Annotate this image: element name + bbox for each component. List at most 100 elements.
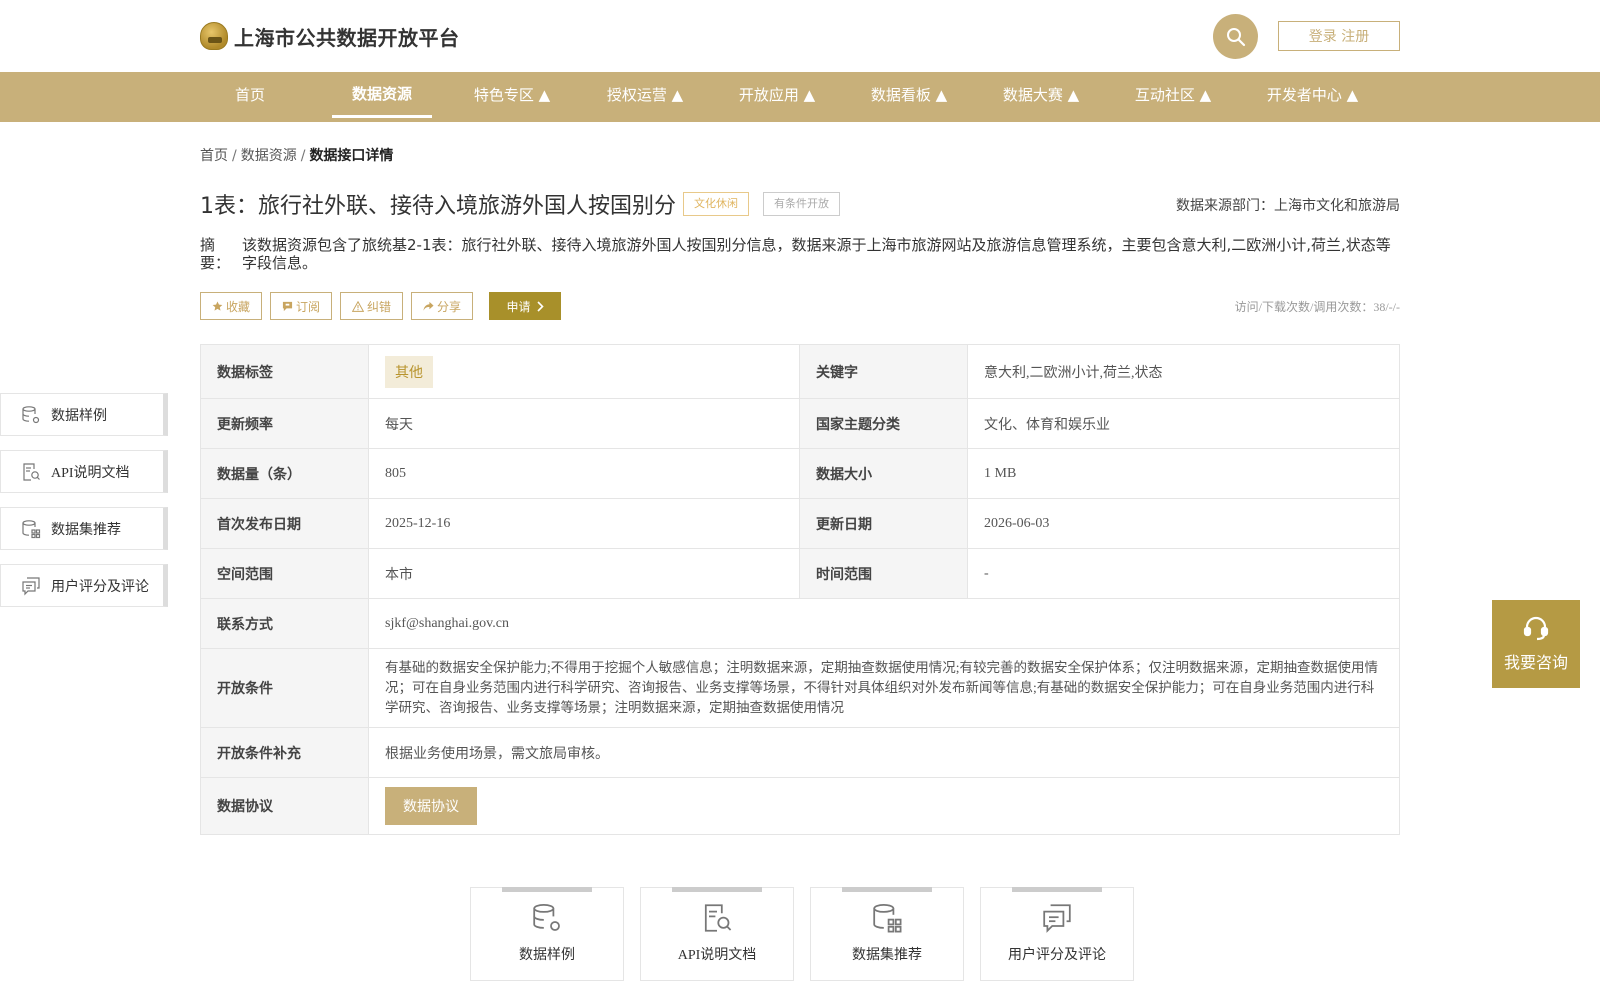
card-label: API说明文档: [677, 948, 757, 963]
side-item-dataset-recommend[interactable]: 数据集推荐: [0, 507, 168, 550]
theme-label: 国家主题分类: [800, 399, 968, 448]
comment-icon: [22, 576, 40, 595]
nav-developer-center[interactable]: 开发者中心 ▲: [1255, 72, 1370, 122]
consult-button[interactable]: 我要咨询: [1492, 600, 1580, 688]
update-date-value: 2026-06-03: [984, 515, 1050, 531]
correct-label: 纠错: [367, 299, 392, 314]
count-label: 数据量（条）: [201, 449, 369, 498]
open-condition-value: 有基础的数据安全保护能力;不得用于挖掘个人敏感信息；注明数据来源，定期抽查数据使…: [385, 660, 1378, 715]
correct-button[interactable]: 纠错: [340, 292, 404, 320]
warning-icon: [352, 300, 365, 312]
abstract-label: 摘 要：: [200, 236, 231, 272]
search-icon: [1226, 27, 1245, 46]
subscribe-button[interactable]: 订阅: [270, 292, 333, 320]
size-label: 数据大小: [800, 449, 968, 498]
nav-open-apps[interactable]: 开放应用 ▲: [727, 72, 827, 122]
open-condition-extra-label: 开放条件补充: [201, 728, 369, 777]
nav-data-dashboard[interactable]: 数据看板 ▲: [859, 72, 959, 122]
breadcrumb-data-resources[interactable]: 数据资源: [241, 148, 297, 164]
side-item-label: 用户评分及评论: [51, 579, 149, 595]
table-row: 开放条件补充 根据业务使用场景，需文旅局审核。: [201, 728, 1399, 778]
data-protocol-button[interactable]: 数据协议: [385, 787, 477, 825]
side-item-ratings-comments[interactable]: 用户评分及评论: [0, 564, 168, 607]
tag-culture-leisure: 文化休闲: [683, 192, 749, 216]
collect-label: 收藏: [226, 299, 251, 314]
first-publish-value: 2025-12-16: [369, 499, 800, 548]
bottom-cards: 数据样例 API说明文档 数据集推荐 用户评分及评论: [470, 887, 1134, 981]
subscribe-icon: [282, 301, 293, 311]
table-row: 联系方式 sjkf@shanghai.gov.cn: [201, 599, 1399, 649]
table-row: 空间范围 本市 时间范围 -: [201, 549, 1399, 599]
frequency-label: 更新频率: [201, 399, 369, 448]
data-tag-pill[interactable]: 其他: [385, 355, 433, 388]
update-date-label: 更新日期: [800, 499, 968, 548]
share-button[interactable]: 分享: [411, 292, 474, 320]
card-top-bar: [842, 887, 932, 892]
contact-value: sjkf@shanghai.gov.cn: [385, 615, 509, 631]
table-row: 首次发布日期 2025-12-16 更新日期 2026-06-03: [201, 499, 1399, 549]
share-icon: [423, 301, 434, 311]
nav-data-competition[interactable]: 数据大赛 ▲: [991, 72, 1091, 122]
card-dataset-recommend[interactable]: 数据集推荐: [810, 887, 964, 981]
main-nav: 首页 数据资源 特色专区 ▲ 授权运营 ▲ 开放应用 ▲ 数据看板 ▲ 数据大赛…: [0, 72, 1600, 122]
card-data-sample[interactable]: 数据样例: [470, 887, 624, 981]
space-range-value: 本市: [369, 549, 800, 598]
nav-authorized-operations[interactable]: 授权运营 ▲: [595, 72, 695, 122]
dataset-info-table: 数据标签 其他 关键字 意大利,二欧洲小计,荷兰,状态 更新频率 每天 国家主题…: [200, 344, 1400, 835]
top-header: 上海市公共数据开放平台 登录 注册: [0, 0, 1600, 72]
side-item-label: 数据集推荐: [51, 522, 121, 538]
collect-button[interactable]: 收藏: [200, 292, 263, 320]
dataset-title: 1表：旅行社外联、接待入境旅游外国人按国别分: [200, 194, 676, 219]
share-label: 分享: [437, 299, 462, 314]
count-value: 805: [369, 449, 800, 498]
login-register-button[interactable]: 登录 注册: [1278, 21, 1400, 51]
card-api-doc[interactable]: API说明文档: [640, 887, 794, 981]
table-row: 开放条件 有基础的数据安全保护能力;不得用于挖掘个人敏感信息；注明数据来源，定期…: [201, 649, 1399, 728]
card-label: 数据集推荐: [852, 948, 922, 963]
card-label: 数据样例: [519, 948, 575, 963]
consult-label: 我要咨询: [1503, 653, 1568, 672]
card-ratings-comments[interactable]: 用户评分及评论: [980, 887, 1134, 981]
data-tag-cell: 其他: [369, 345, 800, 398]
side-item-api-doc[interactable]: API说明文档: [0, 450, 168, 493]
card-top-bar: [502, 887, 592, 892]
table-row: 数据协议 数据协议: [201, 778, 1399, 835]
breadcrumb: 首页 / 数据资源 / 数据接口详情: [200, 145, 393, 165]
database-gear-icon: [533, 903, 560, 931]
database-gear-icon: [22, 405, 40, 423]
site-logo[interactable]: 上海市公共数据开放平台: [200, 20, 460, 52]
nav-community[interactable]: 互动社区 ▲: [1123, 72, 1223, 122]
tag-conditional-open: 有条件开放: [763, 192, 840, 216]
table-row: 数据标签 其他 关键字 意大利,二欧洲小计,荷兰,状态: [201, 345, 1399, 399]
nav-featured-zones[interactable]: 特色专区 ▲: [462, 72, 562, 122]
first-publish-label: 首次发布日期: [201, 499, 369, 548]
frequency-value: 每天: [369, 399, 800, 448]
apply-label: 申请: [506, 299, 531, 314]
document-search-icon: [23, 462, 40, 481]
nav-data-resources[interactable]: 数据资源: [332, 72, 432, 118]
side-item-label: 数据样例: [51, 408, 107, 424]
size-value: 1 MB: [984, 465, 1017, 481]
open-condition-extra-value: 根据业务使用场景，需文旅局审核。: [385, 746, 609, 762]
subscribe-label: 订阅: [296, 299, 321, 314]
star-icon: [212, 300, 223, 311]
space-range-label: 空间范围: [201, 549, 369, 598]
side-item-data-sample[interactable]: 数据样例: [0, 393, 168, 436]
source-department: 数据来源部门：上海市文化和旅游局: [1176, 198, 1400, 214]
database-grid-icon: [22, 519, 41, 538]
abstract-text: 该数据资源包含了旅统基2-1表：旅行社外联、接待入境旅游外国人按国别分信息，数据…: [242, 236, 1391, 272]
protocol-cell: 数据协议: [369, 778, 1399, 834]
table-row: 更新频率 每天 国家主题分类 文化、体育和娱乐业: [201, 399, 1399, 449]
abstract: 摘 要： 该数据资源包含了旅统基2-1表：旅行社外联、接待入境旅游外国人按国别分…: [200, 236, 1400, 272]
database-grid-icon: [873, 903, 902, 933]
apply-button[interactable]: 申请: [489, 292, 562, 320]
side-nav: 数据样例 API说明文档 数据集推荐 用户评分及评论: [0, 393, 168, 621]
document-search-icon: [704, 904, 732, 932]
time-range-label: 时间范围: [800, 549, 968, 598]
breadcrumb-current: 数据接口详情: [309, 148, 394, 164]
nav-home[interactable]: 首页: [200, 72, 300, 122]
search-button[interactable]: [1213, 14, 1258, 59]
comment-icon: [1043, 904, 1071, 933]
breadcrumb-home[interactable]: 首页: [200, 148, 228, 164]
headset-icon: [1523, 616, 1549, 641]
